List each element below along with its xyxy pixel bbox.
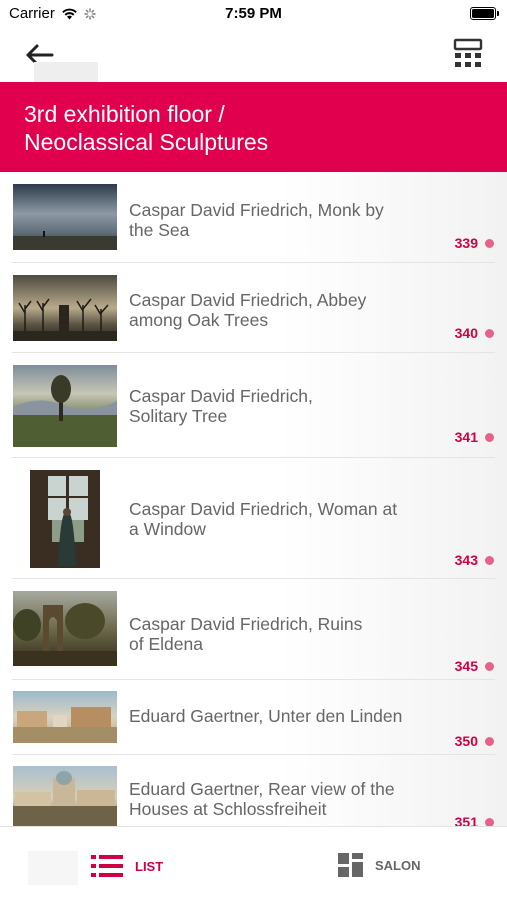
artwork-thumbnail <box>13 275 117 341</box>
list-item[interactable]: Caspar David Friedrich, Solitary Tree 341 <box>0 353 507 458</box>
number-pad-icon[interactable] <box>453 38 483 70</box>
nav-decoration <box>34 62 98 82</box>
list-item[interactable]: Caspar David Friedrich, Monk by the Sea 3… <box>0 172 507 263</box>
tab-bar: LIST SALON <box>0 826 507 900</box>
status-dot <box>485 329 494 338</box>
artwork-number: 341 <box>454 429 478 445</box>
artwork-title: Eduard Gaertner, Rear view of the Houses … <box>129 779 395 819</box>
artwork-number: 343 <box>454 552 478 568</box>
status-bar: Carrier 7:59 PM <box>0 0 507 28</box>
artwork-thumbnail <box>13 691 117 743</box>
artwork-thumbnail <box>13 766 117 826</box>
tab-list[interactable]: LIST <box>91 855 163 877</box>
status-dot <box>485 556 494 565</box>
list-item[interactable]: Caspar David Friedrich, Woman at a Window… <box>0 458 507 579</box>
artwork-thumbnail <box>30 470 100 568</box>
status-dot <box>485 737 494 746</box>
list-icon <box>91 855 123 877</box>
status-dot <box>485 818 494 826</box>
salon-grid-icon <box>338 853 363 877</box>
header-title-line-2: Neoclassical Sculptures <box>24 129 269 155</box>
artwork-number: 339 <box>454 235 478 251</box>
artwork-list: Caspar David Friedrich, Monk by the Sea 3… <box>0 172 507 826</box>
list-item[interactable]: Eduard Gaertner, Rear view of the Houses … <box>0 755 507 826</box>
artwork-thumbnail <box>13 184 117 250</box>
artwork-number: 350 <box>454 733 478 749</box>
tab-salon[interactable]: SALON <box>338 853 421 877</box>
status-dot <box>485 433 494 442</box>
page-header: 3rd exhibition floor / Neoclassical Scul… <box>0 82 507 172</box>
battery-icon <box>470 7 499 20</box>
artwork-title: Caspar David Friedrich, Monk by the Sea <box>129 200 384 240</box>
list-item[interactable]: Caspar David Friedrich, Abbey among Oak T… <box>0 263 507 353</box>
artwork-title: Caspar David Friedrich, Abbey among Oak T… <box>129 290 367 330</box>
artwork-number: 351 <box>454 814 478 826</box>
artwork-number: 345 <box>454 658 478 674</box>
status-dot <box>485 239 494 248</box>
artwork-number: 340 <box>454 325 478 341</box>
status-time: 7:59 PM <box>225 5 282 22</box>
artwork-title: Caspar David Friedrich, Solitary Tree <box>129 386 313 426</box>
artwork-title: Caspar David Friedrich, Ruins of Eldena <box>129 614 363 654</box>
status-dot <box>485 662 494 671</box>
list-item[interactable]: Eduard Gaertner, Unter den Linden 350 <box>0 680 507 755</box>
tab-salon-label: SALON <box>375 857 421 873</box>
artwork-title: Eduard Gaertner, Unter den Linden <box>129 706 403 726</box>
header-title-line-1: 3rd exhibition floor / <box>24 101 225 127</box>
tab-decoration <box>28 851 78 885</box>
tab-list-label: LIST <box>135 858 164 874</box>
list-item[interactable]: Caspar David Friedrich, Ruins of Eldena 3… <box>0 579 507 680</box>
artwork-thumbnail <box>13 591 117 666</box>
artwork-title: Caspar David Friedrich, Woman at a Window <box>129 499 398 539</box>
artwork-thumbnail <box>13 365 117 447</box>
